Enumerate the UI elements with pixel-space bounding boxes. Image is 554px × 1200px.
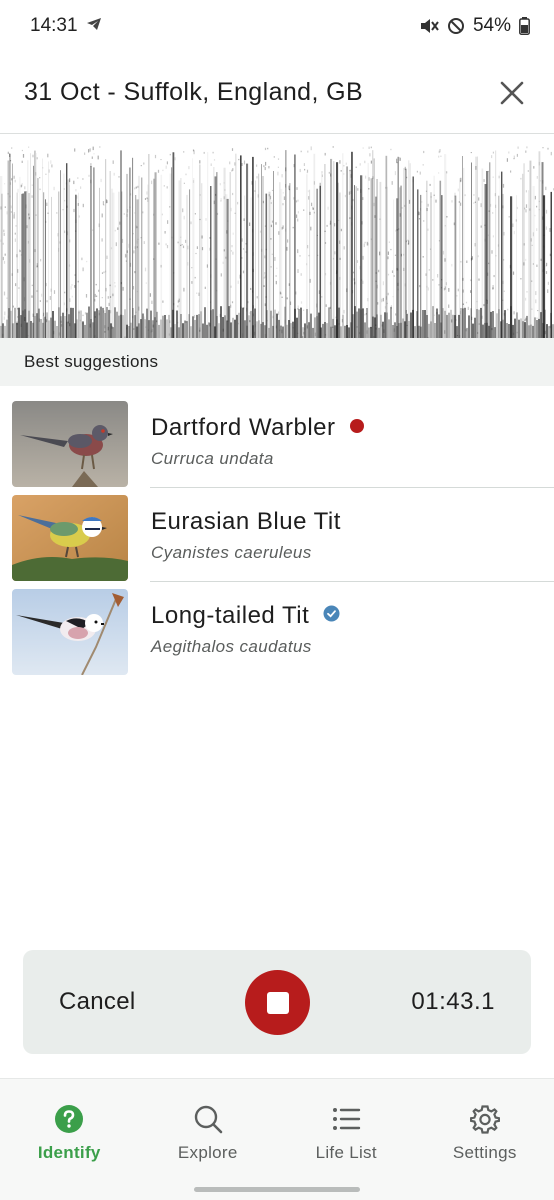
blue-tit-photo [12,495,128,581]
status-right: 54% [419,15,530,37]
home-gesture-handle[interactable] [194,1187,360,1192]
dartford-warbler-photo [12,401,128,487]
nav-label: Life List [315,1143,377,1162]
item-name-row: Eurasian Blue Tit [151,508,341,536]
item-name-row: Dartford Warbler [151,414,365,442]
nav-identify[interactable]: Identify [0,1079,139,1178]
nav-settings[interactable]: Settings [416,1079,554,1178]
species-name: Eurasian Blue Tit [151,508,341,535]
nav-label: Explore [177,1143,238,1162]
nav-label: Settings [452,1143,517,1162]
species-name: Long-tailed Tit [151,602,310,629]
recording-timer: 01:43.1 [411,988,495,1015]
status-bar: 14:31 54% [0,0,554,52]
status-time: 14:31 [30,15,78,36]
do-not-disturb-icon [447,17,465,35]
nav-explore[interactable]: Explore [139,1079,278,1178]
close-icon [500,81,524,104]
suggestions-list: Dartford Warbler Curruca undata Eurasian… [0,394,554,676]
scientific-name: Aegithalos caudatus [151,637,312,656]
search-icon [192,1103,224,1135]
item-text: Eurasian Blue Tit Cyanistes caeruleus [151,508,341,563]
battery-percent: 54% [472,15,511,36]
scientific-name: Cyanistes caeruleus [151,543,312,562]
battery-icon [519,17,530,35]
list-item[interactable]: Dartford Warbler Curruca undata [0,394,554,488]
list-item[interactable]: Long-tailed Tit Aegithalos caudatus [0,582,554,676]
status-left: 14:31 [30,15,102,37]
scientific-name: Curruca undata [151,449,274,468]
suggestions-heading: Best suggestions [0,338,554,386]
cancel-button[interactable]: Cancel [59,988,136,1016]
mute-icon [419,17,439,35]
bottom-nav: Identify Explore Life List Settings [0,1078,554,1178]
verified-check-icon [323,605,340,627]
close-button[interactable] [492,73,532,113]
page-title: 31 Oct - Suffolk, England, GB [24,78,364,106]
nav-life-list[interactable]: Life List [277,1079,416,1178]
item-name-row: Long-tailed Tit [151,602,340,630]
list-item[interactable]: Eurasian Blue Tit Cyanistes caeruleus [0,488,554,582]
stop-recording-button[interactable] [245,970,310,1035]
spectrogram [0,136,554,338]
nav-label: Identify [37,1143,101,1162]
list-icon [330,1103,362,1135]
stop-icon [266,991,289,1014]
long-tailed-tit-photo [12,589,128,675]
species-name: Dartford Warbler [151,414,336,441]
item-text: Long-tailed Tit Aegithalos caudatus [151,602,340,657]
gear-icon [469,1103,501,1135]
system-navigation-bar [0,1178,554,1200]
item-text: Dartford Warbler Curruca undata [151,414,365,469]
telegram-icon [86,15,102,37]
question-circle-icon [53,1103,85,1135]
recording-header: 31 Oct - Suffolk, England, GB [0,52,554,134]
red-dot-icon [349,418,365,439]
recorder-panel: Cancel 01:43.1 [23,950,531,1054]
